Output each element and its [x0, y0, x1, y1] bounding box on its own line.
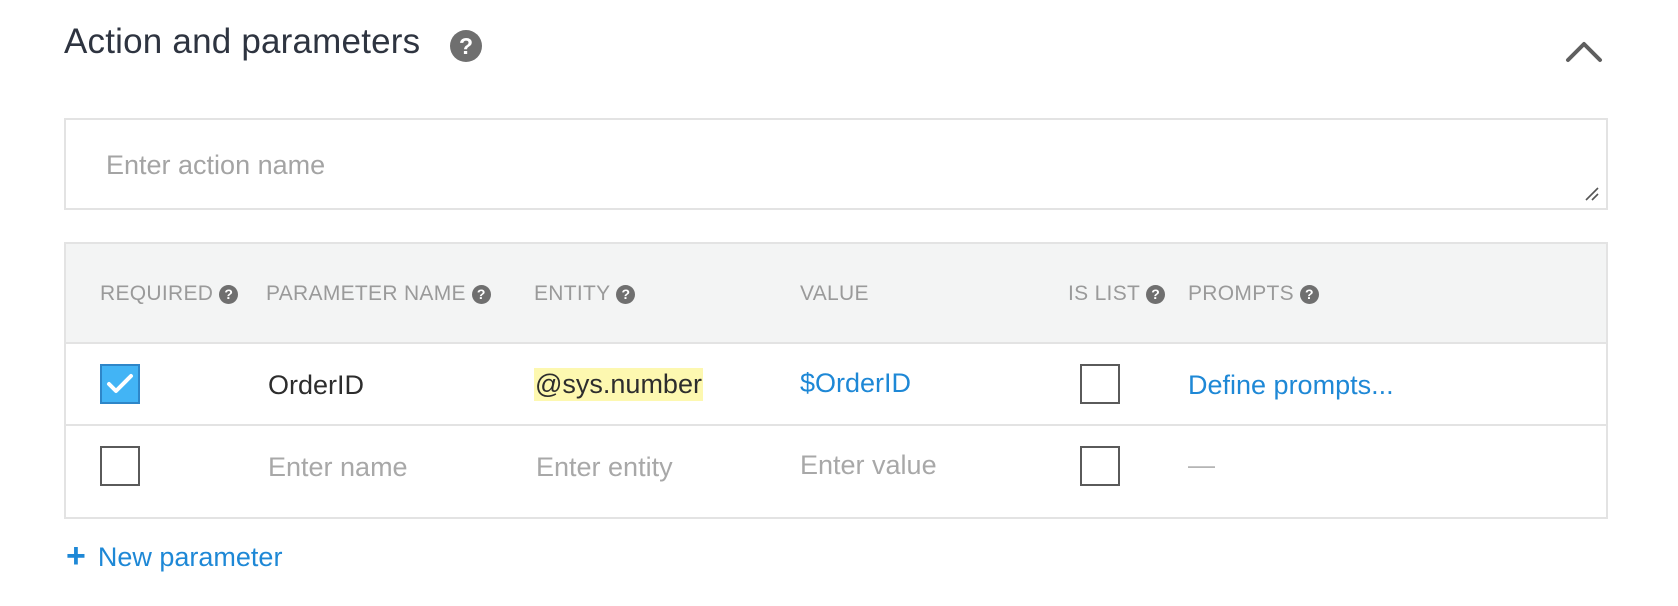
entity-cell[interactable]: @sys.number — [534, 368, 703, 401]
new-parameter-label: New parameter — [97, 542, 283, 572]
checkmark-icon — [107, 374, 133, 393]
help-icon[interactable]: ? — [1146, 284, 1166, 304]
resize-grip-icon[interactable] — [1584, 186, 1600, 202]
parameter-name-input[interactable]: Enter name — [268, 452, 408, 483]
new-parameter-button[interactable]: + New parameter — [66, 536, 283, 575]
help-icon[interactable]: ? — [616, 284, 636, 304]
header-value: VALUE — [800, 282, 869, 306]
header-required: REQUIRED ? — [100, 282, 239, 306]
value-cell[interactable]: $OrderID — [800, 368, 911, 399]
table-row: Enter name Enter entity Enter value — — [66, 428, 1606, 517]
define-prompts-link[interactable]: Define prompts... — [1188, 370, 1394, 401]
help-icon[interactable]: ? — [1299, 284, 1319, 304]
section-title: Action and parameters — [64, 22, 421, 61]
value-input[interactable]: Enter value — [800, 450, 937, 481]
help-icon[interactable]: ? — [471, 284, 491, 304]
prompts-empty: — — [1188, 450, 1215, 480]
help-icon[interactable]: ? — [219, 284, 239, 304]
required-checkbox[interactable] — [100, 364, 140, 404]
is-list-checkbox[interactable] — [1080, 446, 1120, 486]
table-row: OrderID @sys.number $OrderID Define prom… — [66, 344, 1606, 426]
parameter-name-cell[interactable]: OrderID — [268, 370, 364, 401]
header-label: VALUE — [800, 282, 869, 305]
header-label: PROMPTS — [1188, 282, 1294, 305]
required-checkbox[interactable] — [100, 446, 140, 486]
entity-input[interactable]: Enter entity — [536, 452, 673, 483]
header-label: ENTITY — [534, 282, 611, 305]
collapse-button[interactable] — [1562, 36, 1606, 66]
header-entity: ENTITY ? — [534, 282, 636, 306]
plus-icon: + — [66, 536, 86, 575]
action-name-field — [64, 118, 1608, 210]
header-prompts: PROMPTS ? — [1188, 282, 1319, 306]
parameters-table: REQUIRED ? PARAMETER NAME ? ENTITY ? VAL… — [64, 242, 1608, 519]
header-label: REQUIRED — [100, 282, 214, 305]
header-is-list: IS LIST ? — [1068, 282, 1166, 306]
header-label: IS LIST — [1068, 282, 1141, 305]
help-icon[interactable]: ? — [450, 30, 482, 62]
table-header: REQUIRED ? PARAMETER NAME ? ENTITY ? VAL… — [66, 244, 1606, 344]
header-parameter-name: PARAMETER NAME ? — [266, 282, 491, 306]
action-name-input[interactable] — [66, 120, 1606, 208]
header-label: PARAMETER NAME — [266, 282, 466, 305]
chevron-up-icon — [1566, 42, 1602, 62]
is-list-checkbox[interactable] — [1080, 364, 1120, 404]
